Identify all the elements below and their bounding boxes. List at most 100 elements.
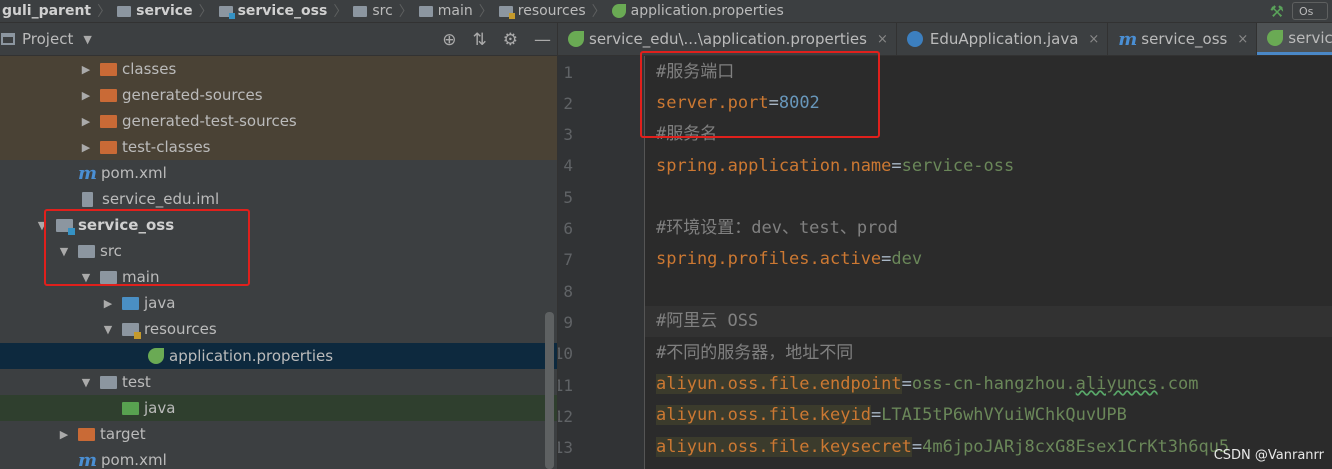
breadcrumb-separator: 〉 [478,4,493,20]
expand-arrow-icon[interactable]: ▶ [78,63,94,76]
folder-icon [100,114,117,128]
tree-item-resources[interactable]: ▼ resources [0,316,557,342]
tree-item-test-java[interactable]: java [0,395,557,421]
line-number: 11 [558,376,573,395]
tree-item-label: service_edu.iml [102,190,220,208]
tree-item-label: classes [122,60,177,78]
property-value: LTAI5tP6whVYuiWChkQuvUPB [881,405,1127,425]
gear-icon[interactable]: ⚙ [503,30,518,50]
comment-text: #阿里云 OSS [656,311,759,331]
code-line-4: spring.application.name=service-oss [656,151,1014,182]
tree-item-classes[interactable]: ▶ classes [0,56,557,82]
tab-label: service_ [1288,28,1332,47]
expand-arrow-icon[interactable]: ▼ [100,323,116,336]
expand-arrow-icon[interactable]: ▶ [100,297,116,310]
breadcrumb-separator: 〉 [591,4,606,20]
tree-item-pom-xml-root[interactable]: m pom.xml [0,447,557,469]
resources-folder-icon [122,322,141,339]
close-icon[interactable]: × [1088,32,1099,47]
equals-sign: = [911,437,923,457]
chevron-down-icon[interactable]: ▼ [83,33,91,46]
locate-target-icon[interactable]: ⊕ [442,30,456,50]
expand-arrow-icon[interactable]: ▶ [78,89,94,102]
annotation-box-tree [44,209,250,286]
tab-service-oss-pom[interactable]: m service_oss × [1108,23,1258,55]
expand-arrow-icon[interactable]: ▶ [78,115,94,128]
tree-item-label: pom.xml [101,164,167,182]
tree-item-label: test-classes [122,138,211,156]
code-line-12: aliyun.oss.file.keyid=LTAI5tP6whVYuiWChk… [656,400,1127,431]
tree-item-label: target [100,425,146,443]
folder-icon [78,427,95,441]
tree-item-target[interactable]: ▶ target [0,421,557,447]
breadcrumb-service-oss[interactable]: service_oss [217,3,334,19]
close-icon[interactable]: × [877,32,888,47]
project-panel-header: Project ▼ ⊕ ⇅ ⚙ — [0,23,557,56]
folder-icon [353,5,368,17]
breadcrumb-main-label: main [437,3,473,19]
tree-item-label: java [144,294,176,312]
tree-item-application-properties[interactable]: application.properties [0,343,557,369]
class-icon [906,31,923,47]
property-value: 4m6jpoJARj8cxG8Esex1CrKt3h6qu5 [922,437,1230,457]
comment-text: #环境设置：dev、test、prod [656,218,898,238]
tree-item-label: generated-test-sources [122,112,297,130]
tab-edu-application-java[interactable]: EduApplication.java × [897,23,1109,55]
equals-sign: = [881,249,892,269]
folder-icon [100,140,117,154]
tree-item-test-classes[interactable]: ▶ test-classes [0,134,557,160]
code-line-9: #阿里云 OSS [656,306,758,337]
line-number: 6 [563,219,573,238]
folder-icon [100,375,117,389]
property-value-typo: aliyuncs [1075,374,1158,394]
line-number: 5 [563,188,573,207]
tab-service-oss-application-properties[interactable]: service_ [1257,23,1332,55]
equals-sign: = [901,374,912,394]
spring-leaf-icon [611,4,626,18]
comment-text: #不同的服务器，地址不同 [656,343,854,363]
tree-scrollbar[interactable] [545,312,554,469]
expand-arrow-icon[interactable]: ▶ [56,428,72,441]
equals-sign: = [891,156,902,176]
breadcrumb: guli_parent 〉 service 〉 service_oss 〉 sr… [0,0,1332,23]
breadcrumb-main[interactable]: main [417,3,479,19]
folder-icon [100,62,117,76]
expand-arrow-icon[interactable]: ▼ [78,376,94,389]
close-icon[interactable]: × [1237,32,1248,47]
tree-item-generated-test-sources[interactable]: ▶ generated-test-sources [0,108,557,134]
breadcrumb-resources[interactable]: resources [497,3,592,19]
resources-folder-icon [498,5,515,19]
spring-leaf-icon [1267,29,1284,46]
tree-item-pom-xml[interactable]: m pom.xml [0,160,557,186]
line-number: 13 [558,438,573,457]
breadcrumb-separator: 〉 [398,4,413,20]
equals-sign: = [870,405,882,425]
tree-item-test[interactable]: ▼ test [0,369,557,395]
breadcrumb-separator: 〉 [198,4,213,20]
breadcrumb-guli-parent[interactable]: guli_parent [0,3,97,19]
property-value: service-oss [901,156,1015,176]
spring-leaf-icon [568,31,584,47]
project-panel-title[interactable]: Project [22,30,73,48]
property-key: spring.application.name [656,156,892,176]
collapse-all-icon[interactable]: ⇅ [473,30,487,50]
breadcrumb-service[interactable]: service [115,3,198,19]
tree-item-generated-sources[interactable]: ▶ generated-sources [0,82,557,108]
breadcrumb-application-properties[interactable]: application.properties [610,3,790,19]
breadcrumb-file-label: application.properties [630,3,784,19]
annotation-box-port [640,51,880,138]
toolbar-right: ⚒ Os [1270,0,1332,22]
expand-arrow-icon[interactable]: ▶ [78,141,94,154]
line-number-gutter: 1 2 3 4 5 6 7 8 9 10 11 12 13 [558,56,645,469]
tree-item-java[interactable]: ▶ java [0,290,557,316]
breadcrumb-separator: 〉 [333,4,348,20]
hide-panel-icon[interactable]: — [534,30,551,50]
build-hammer-icon[interactable]: ⚒ [1270,2,1284,21]
line-number: 4 [563,156,573,175]
code-line-10: #不同的服务器，地址不同 [656,338,853,369]
tree-item-label: application.properties [169,347,334,365]
breadcrumb-src[interactable]: src [351,3,398,19]
run-config-selector[interactable]: Os [1292,2,1328,20]
module-file-icon [82,191,93,207]
line-number: 7 [563,250,573,269]
